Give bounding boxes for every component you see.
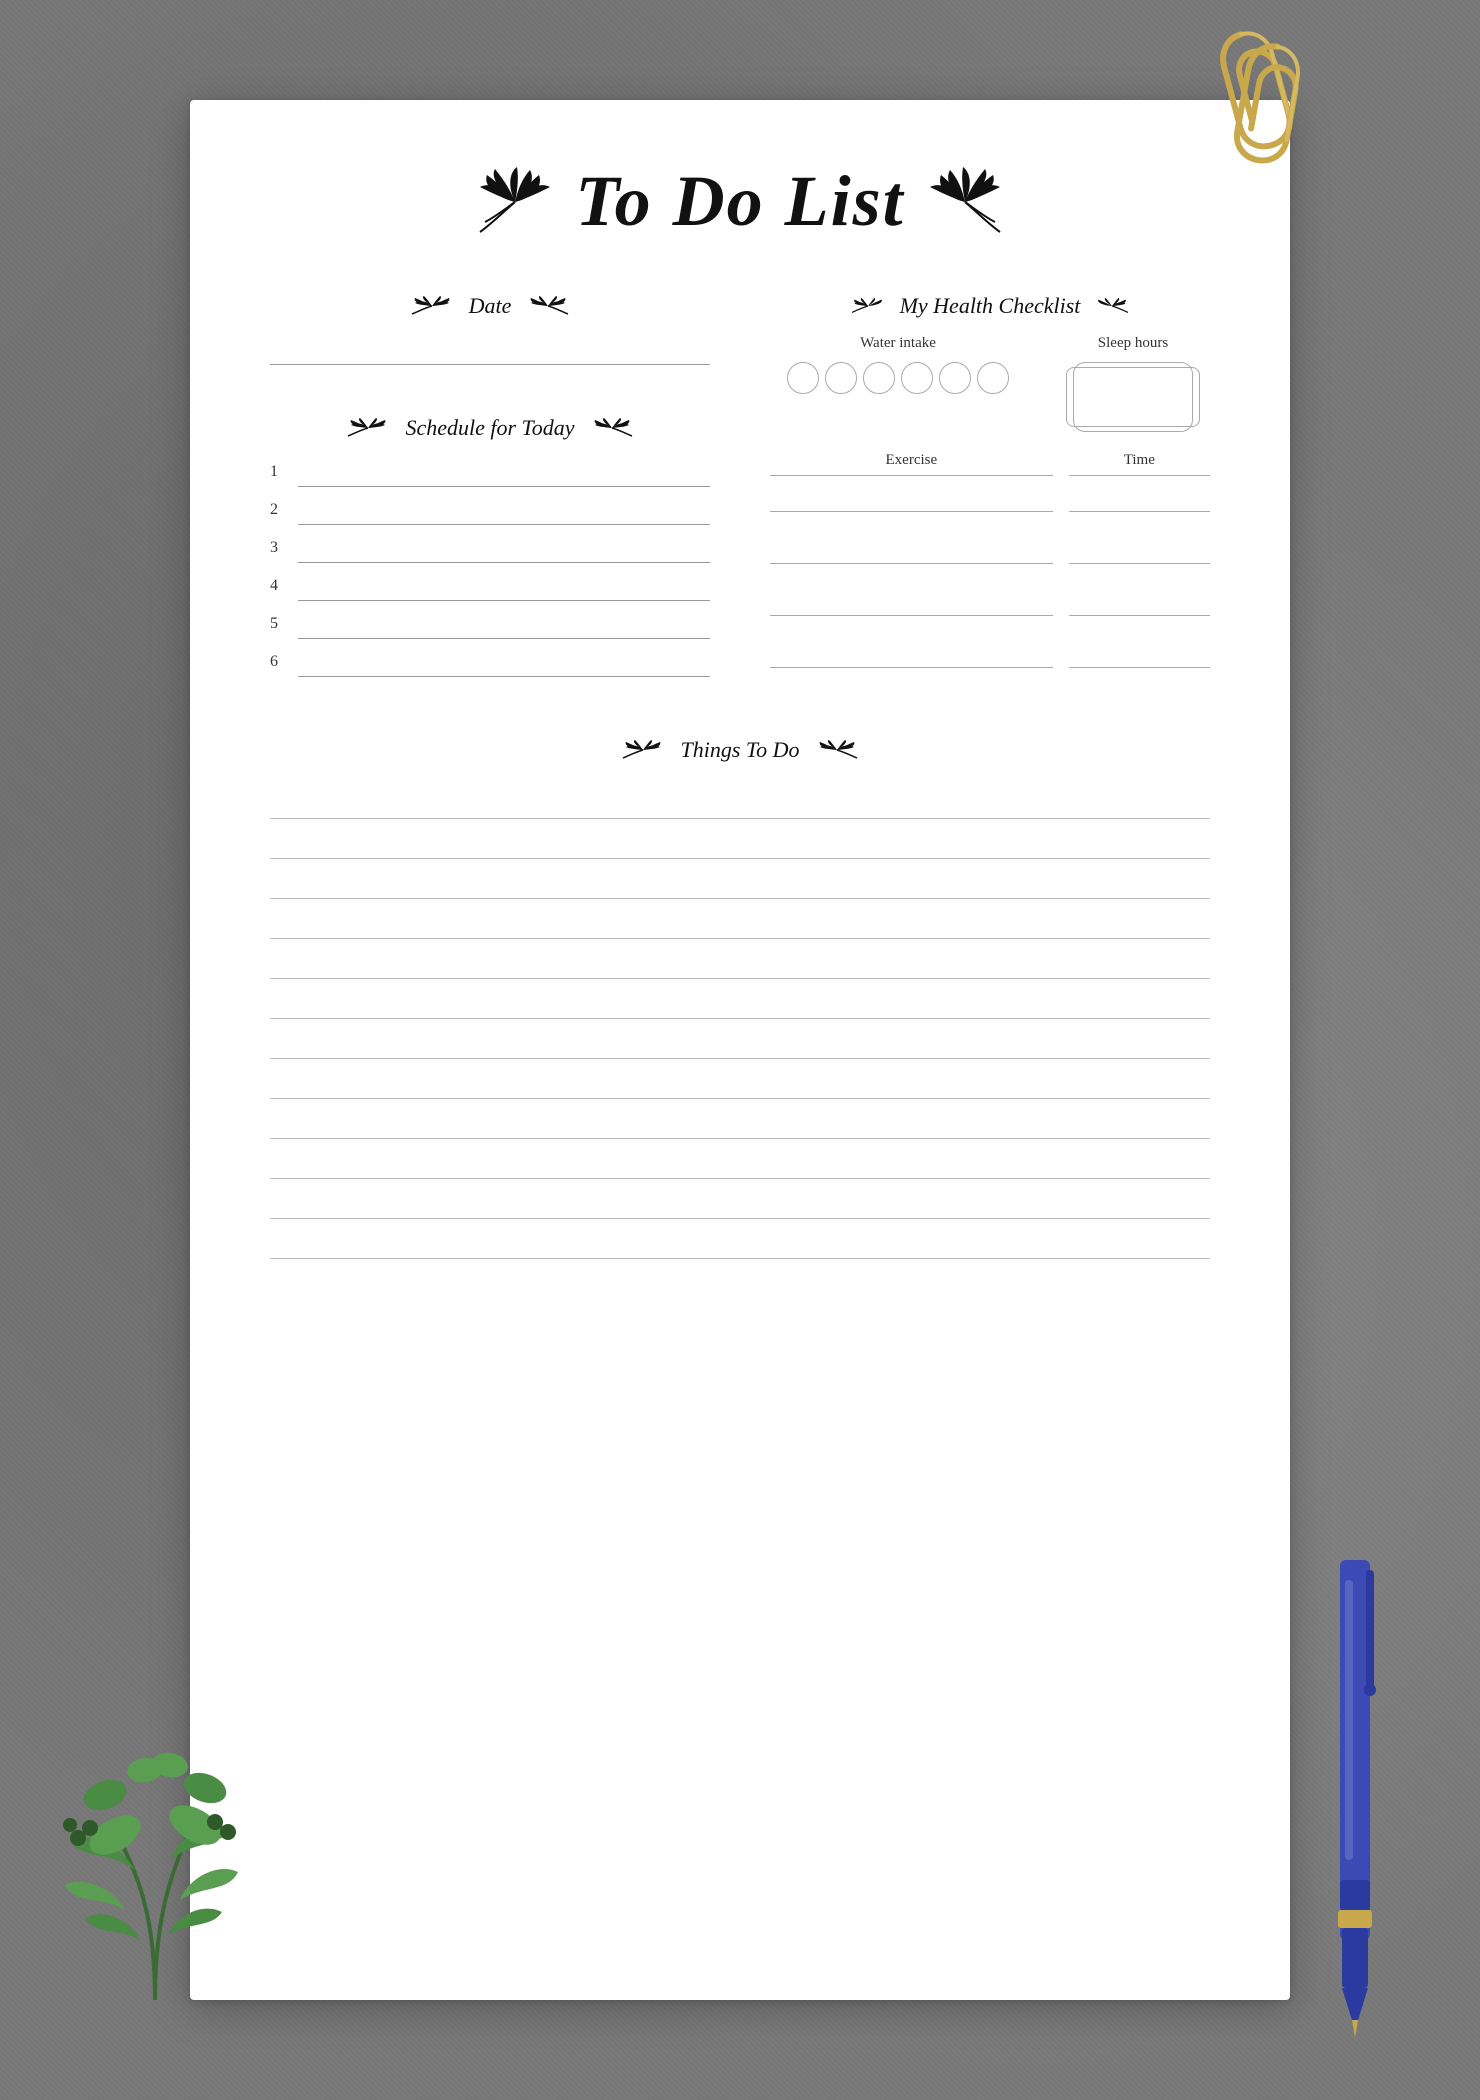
date-input[interactable] (270, 335, 710, 365)
todo-line-9[interactable] (270, 1103, 1210, 1139)
date-wreath-right (523, 296, 573, 316)
title-section: To Do List (270, 160, 1210, 243)
water-circles-container (787, 362, 1009, 394)
todo-line-7[interactable] (270, 1023, 1210, 1059)
schedule-item-1: 1 (270, 457, 710, 487)
time-input-2[interactable] (1069, 536, 1210, 564)
todo-line-2[interactable] (270, 823, 1210, 859)
main-content-area: Date (270, 293, 1210, 697)
date-section: Date (270, 293, 710, 375)
schedule-input-4[interactable] (298, 571, 710, 601)
plant-decoration (60, 1720, 260, 2020)
schedule-input-6[interactable] (298, 647, 710, 677)
todo-line-8[interactable] (270, 1063, 1210, 1099)
water-circle-6[interactable] (977, 362, 1009, 394)
water-circle-1[interactable] (787, 362, 819, 394)
schedule-header: Schedule for Today (270, 415, 710, 441)
time-input-3[interactable] (1069, 588, 1210, 616)
schedule-label: Schedule for Today (405, 415, 574, 441)
todo-line-1[interactable] (270, 783, 1210, 819)
time-input-4[interactable] (1069, 640, 1210, 668)
health-header: My Health Checklist (770, 293, 1210, 319)
left-title-leaf (475, 167, 555, 237)
schedule-item-3: 3 (270, 533, 710, 563)
date-label: Date (469, 293, 512, 319)
time-input-1[interactable] (1069, 484, 1210, 512)
schedule-section: Schedule for Today 1 (270, 415, 710, 677)
pen-decoration (1320, 1560, 1400, 2060)
schedule-item-4: 4 (270, 571, 710, 601)
water-circle-4[interactable] (901, 362, 933, 394)
things-to-do-section: Things To Do (270, 737, 1210, 1259)
page-title: To Do List (575, 160, 904, 243)
paper-document: To Do List (190, 100, 1290, 2000)
exercise-rows (770, 484, 1210, 676)
schedule-input-3[interactable] (298, 533, 710, 563)
exercise-section: Exercise Time (770, 452, 1210, 676)
health-checklist-section: My Health Checklist Water intake (770, 293, 1210, 676)
things-header: Things To Do (270, 737, 1210, 763)
water-intake-section: Water intake (787, 335, 1009, 432)
left-column: Date (270, 293, 710, 697)
things-wreath-left (618, 740, 668, 760)
exercise-input-3[interactable] (770, 588, 1053, 616)
water-sleep-row: Water intake Sleep hours (770, 335, 1210, 432)
sleep-hours-section: Sleep hours (1073, 335, 1193, 432)
sleep-hours-box[interactable] (1073, 362, 1193, 432)
sleep-hours-label: Sleep hours (1073, 335, 1193, 352)
schedule-item-2: 2 (270, 495, 710, 525)
schedule-wreath-right (587, 418, 637, 438)
water-circle-2[interactable] (825, 362, 857, 394)
date-wreath-left (407, 296, 457, 316)
todo-line-6[interactable] (270, 983, 1210, 1019)
exercise-headers: Exercise Time (770, 452, 1210, 476)
time-label: Time (1069, 452, 1210, 476)
todo-line-4[interactable] (270, 903, 1210, 939)
health-wreath-left (848, 296, 888, 316)
water-intake-label: Water intake (787, 335, 1009, 352)
todo-line-3[interactable] (270, 863, 1210, 899)
exercise-label: Exercise (770, 452, 1053, 476)
exercise-input-2[interactable] (770, 536, 1053, 564)
todo-lines-container (270, 783, 1210, 1259)
schedule-item-6: 6 (270, 647, 710, 677)
todo-line-10[interactable] (270, 1143, 1210, 1179)
health-wreath-right (1092, 296, 1132, 316)
schedule-input-2[interactable] (298, 495, 710, 525)
water-circle-3[interactable] (863, 362, 895, 394)
todo-line-12[interactable] (270, 1223, 1210, 1259)
exercise-input-1[interactable] (770, 484, 1053, 512)
todo-line-5[interactable] (270, 943, 1210, 979)
right-column: My Health Checklist Water intake (770, 293, 1210, 697)
schedule-wreath-left (343, 418, 393, 438)
exercise-input-4[interactable] (770, 640, 1053, 668)
schedule-input-1[interactable] (298, 457, 710, 487)
health-checklist-label: My Health Checklist (900, 293, 1081, 319)
schedule-input-5[interactable] (298, 609, 710, 639)
right-title-leaf (925, 167, 1005, 237)
date-header: Date (270, 293, 710, 319)
todo-line-11[interactable] (270, 1183, 1210, 1219)
schedule-item-5: 5 (270, 609, 710, 639)
water-circle-5[interactable] (939, 362, 971, 394)
things-wreath-right (812, 740, 862, 760)
things-to-do-label: Things To Do (680, 737, 799, 763)
paperclip-decoration (1180, 30, 1360, 190)
